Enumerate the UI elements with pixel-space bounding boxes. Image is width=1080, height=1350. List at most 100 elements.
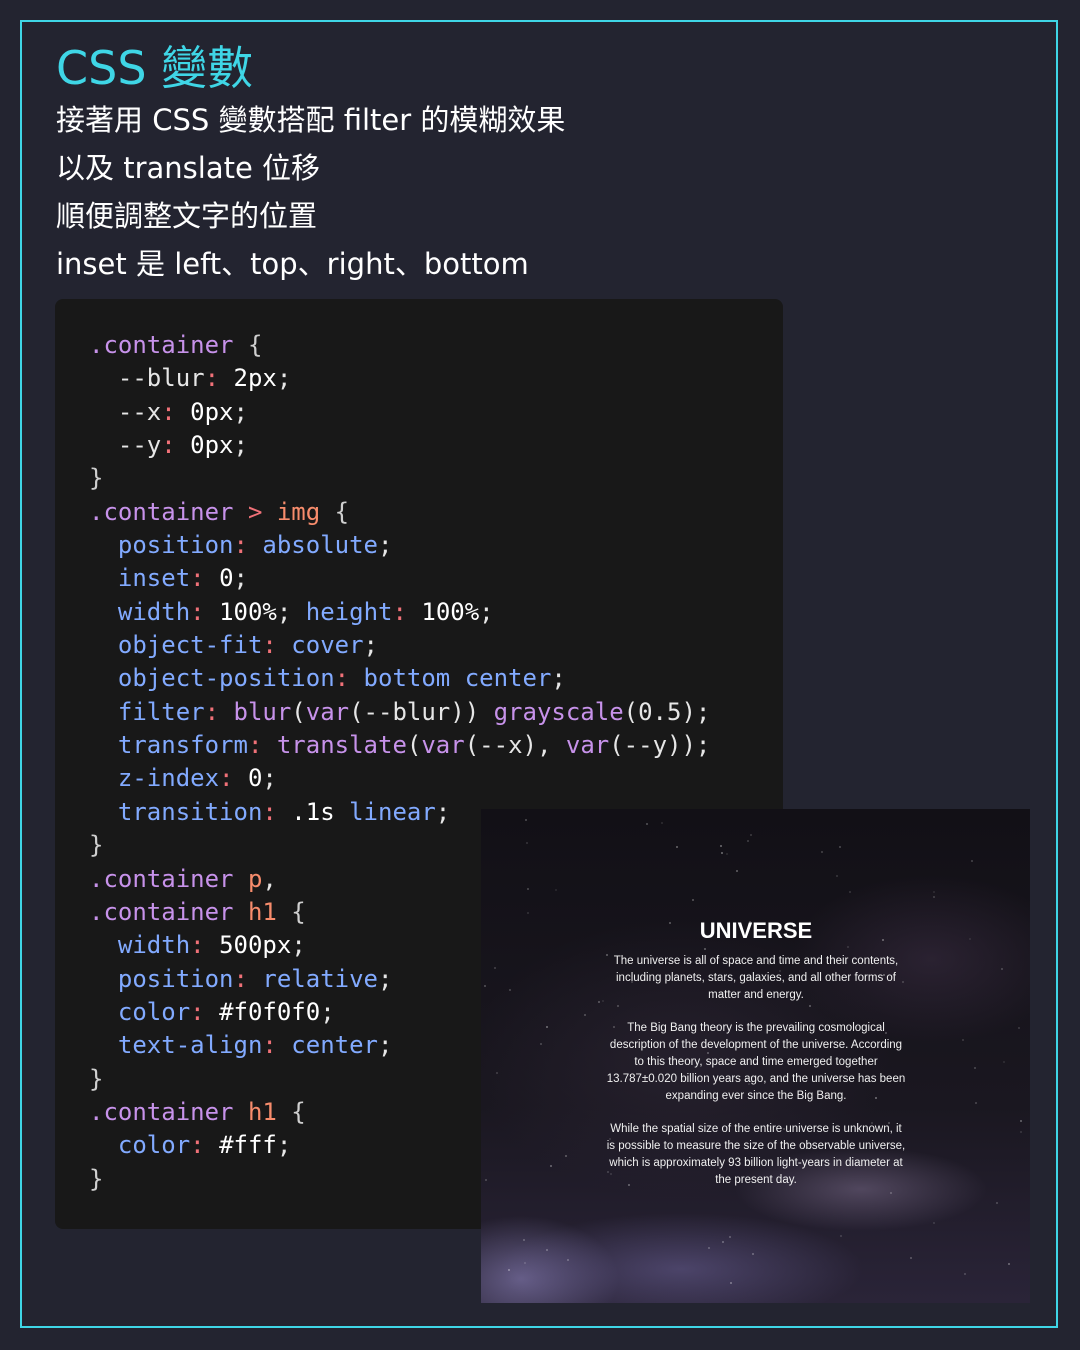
code-token: filter <box>89 697 205 726</box>
star-speck <box>494 967 496 969</box>
code-token: : <box>334 664 364 693</box>
code-token: (0.5); <box>623 697 711 726</box>
code-token: #f0f0f0 <box>219 997 321 1026</box>
code-token: : <box>190 564 220 593</box>
code-token: text-align <box>89 1031 263 1060</box>
star-speck <box>720 845 722 847</box>
star-speck <box>602 1000 604 1002</box>
code-token: : <box>247 731 277 760</box>
code-token: } <box>89 464 104 493</box>
star-speck <box>821 851 823 853</box>
code-token: ; <box>233 397 248 426</box>
code-token: ; <box>276 1131 292 1160</box>
code-token: --y <box>89 431 162 460</box>
star-speck <box>1020 1120 1022 1122</box>
star-speck <box>721 852 723 854</box>
code-token: ; <box>276 364 292 393</box>
page-title: CSS 變數 <box>56 41 254 95</box>
star-speck <box>508 1269 510 1271</box>
code-token: translate <box>276 731 407 760</box>
code-token: color <box>89 997 191 1026</box>
preview-paragraph: The universe is all of space and time an… <box>613 955 899 1001</box>
code-token: --blur <box>89 364 205 393</box>
star-speck <box>485 1179 487 1181</box>
code-token: color <box>89 1131 191 1160</box>
code-token: ; <box>276 597 306 626</box>
star-speck <box>1020 1131 1022 1133</box>
star-speck <box>975 1102 977 1104</box>
code-token: 500px <box>219 931 292 960</box>
star-speck <box>1018 1027 1020 1029</box>
code-token: : <box>190 1131 220 1160</box>
code-token: ; <box>320 997 335 1026</box>
code-line: width: 100%; height: 100%; <box>89 596 710 629</box>
code-token: bottom center <box>363 664 552 693</box>
star-speck <box>527 888 529 890</box>
star-speck <box>527 912 529 914</box>
code-token: : <box>262 631 292 660</box>
star-speck <box>1003 1061 1005 1063</box>
code-token: { <box>276 1097 306 1126</box>
star-speck <box>496 1072 498 1074</box>
code-token: var <box>305 697 350 726</box>
star-speck <box>752 1253 754 1255</box>
star-speck <box>523 1239 525 1241</box>
code-token: ; <box>262 764 277 793</box>
star-speck <box>555 889 557 891</box>
preview-heading: UNIVERSE <box>699 918 813 943</box>
star-speck <box>726 853 728 855</box>
description-line: inset 是 left、top、right、bottom <box>56 247 529 281</box>
star-speck <box>546 1026 548 1028</box>
code-token: { <box>233 331 263 359</box>
code-token: ( <box>291 697 306 726</box>
code-token: ; <box>233 564 248 593</box>
star-speck <box>964 1273 966 1275</box>
star-speck <box>646 823 648 825</box>
code-token: position <box>89 531 234 560</box>
code-token: : <box>161 431 191 460</box>
code-token: 100% <box>421 597 480 626</box>
code-token: ; <box>551 664 566 693</box>
star-speck <box>584 1014 586 1016</box>
star-speck <box>598 1001 600 1003</box>
code-line: .container { <box>89 329 710 362</box>
star-speck <box>546 1249 548 1251</box>
code-token: img <box>276 497 321 526</box>
code-line: filter: blur(var(--blur)) grayscale(0.5)… <box>89 696 710 729</box>
code-token: transform <box>89 731 248 760</box>
code-token: relative <box>262 964 378 993</box>
code-token: h1 <box>247 897 277 926</box>
code-token: : <box>204 364 234 393</box>
star-speck <box>969 938 971 940</box>
code-line: --blur: 2px; <box>89 362 710 395</box>
star-speck <box>509 989 511 991</box>
code-token: absolute <box>262 531 378 560</box>
code-token: ; <box>378 964 393 993</box>
star-speck <box>836 875 838 877</box>
code-token: transition <box>89 797 263 826</box>
code-token: ; <box>378 1031 393 1060</box>
star-speck <box>729 1236 731 1238</box>
code-token: : <box>233 531 263 560</box>
code-token: ; <box>233 431 248 460</box>
code-token: : <box>204 697 234 726</box>
star-speck <box>722 1241 724 1243</box>
code-token: : <box>190 597 220 626</box>
code-token: width <box>89 931 191 960</box>
star-speck <box>567 1259 569 1261</box>
code-line: object-fit: cover; <box>89 629 710 662</box>
code-token: center <box>291 1031 378 1060</box>
code-token: object-position <box>89 664 335 693</box>
code-token: width <box>89 597 191 626</box>
star-speck <box>524 1262 526 1264</box>
code-token: : <box>190 931 220 960</box>
code-token: --x <box>89 397 162 426</box>
code-line: --y: 0px; <box>89 429 710 462</box>
star-speck <box>661 822 663 824</box>
code-token: object-fit <box>89 631 263 660</box>
preview-paragraph: The Big Bang theory is the prevailing co… <box>606 1022 906 1102</box>
star-speck <box>933 891 935 893</box>
star-speck <box>484 985 486 987</box>
code-token: .container <box>89 897 234 926</box>
